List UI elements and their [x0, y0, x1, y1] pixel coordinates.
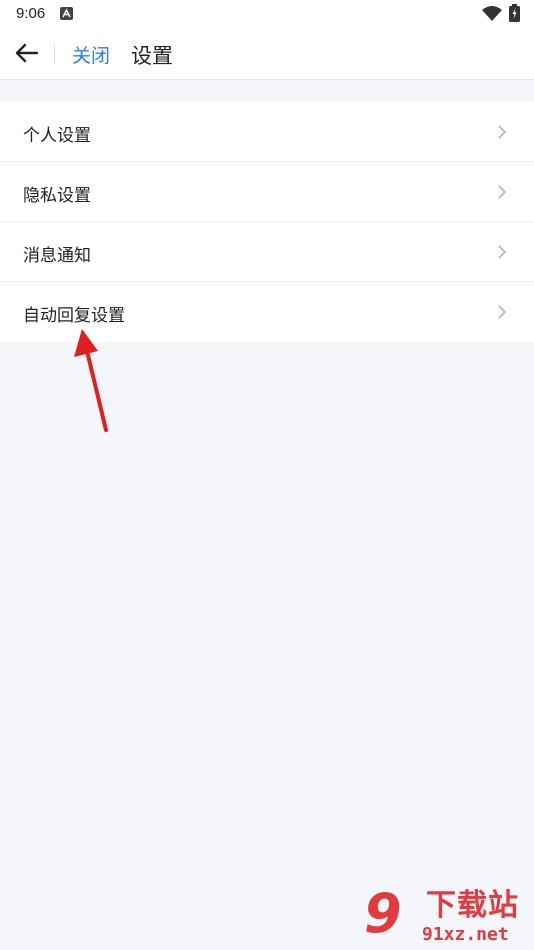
back-button[interactable]	[12, 38, 42, 68]
status-bar: 9:06	[0, 0, 534, 28]
title-bar: 关闭 设置	[0, 28, 534, 80]
chevron-right-icon	[498, 245, 507, 259]
settings-item-label: 消息通知	[23, 246, 91, 266]
page-title: 设置	[131, 44, 173, 68]
arrow-left-icon	[15, 43, 39, 63]
settings-item-label: 隐私设置	[23, 186, 91, 206]
chevron-right-icon	[498, 185, 507, 199]
watermark-name: 下载站	[426, 888, 519, 923]
wifi-icon	[482, 5, 502, 25]
settings-item-notifications[interactable]: 消息通知	[0, 222, 534, 282]
settings-list: 个人设置 隐私设置 消息通知 自动回复设置	[0, 102, 534, 342]
watermark-logo-icon: 9	[364, 882, 402, 945]
watermark-domain: 91xz.net	[422, 924, 509, 945]
notification-a-icon	[60, 7, 73, 20]
annotation-arrow-icon	[74, 329, 108, 432]
battery-icon	[509, 4, 520, 26]
settings-item-privacy[interactable]: 隐私设置	[0, 162, 534, 222]
status-time: 9:06	[16, 5, 46, 22]
title-divider	[54, 44, 55, 64]
settings-item-label: 个人设置	[23, 126, 91, 146]
watermark: 9 下载站 91xz.net	[360, 885, 534, 950]
chevron-right-icon	[498, 125, 507, 139]
chevron-right-icon	[498, 305, 507, 319]
settings-item-label: 自动回复设置	[23, 306, 125, 326]
close-button[interactable]: 关闭	[72, 41, 110, 68]
settings-item-personal[interactable]: 个人设置	[0, 102, 534, 162]
